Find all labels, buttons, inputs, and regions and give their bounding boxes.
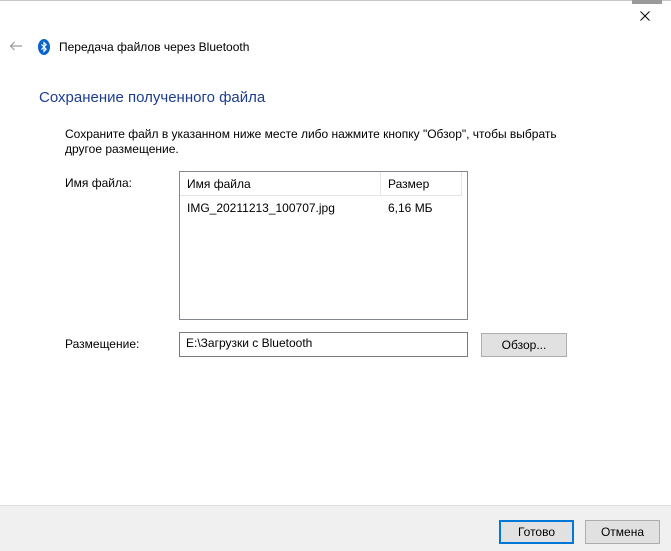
dialog-footer: Готово Отмена [0, 505, 671, 551]
file-list-header: Имя файла Размер [180, 172, 462, 196]
column-header-size[interactable]: Размер [381, 172, 462, 196]
file-size-cell: 6,16 МБ [388, 201, 433, 215]
instruction-text: Сохраните файл в указанном ниже месте ли… [65, 127, 557, 156]
close-icon [640, 11, 650, 21]
file-name-label: Имя файла: [65, 176, 132, 190]
file-name-cell: IMG_20211213_100707.jpg [187, 201, 335, 215]
page-title: Сохранение полученного файла [39, 89, 266, 106]
browse-button[interactable]: Обзор... [481, 333, 567, 357]
close-button[interactable] [622, 2, 668, 30]
window-top-border [0, 0, 671, 1]
file-list[interactable]: Имя файла Размер IMG_20211213_100707.jpg… [179, 171, 468, 320]
window-title: Передача файлов через Bluetooth [59, 40, 250, 54]
location-input[interactable] [179, 332, 468, 357]
cancel-button[interactable]: Отмена [585, 520, 660, 544]
back-button[interactable] [6, 36, 26, 56]
done-button[interactable]: Готово [499, 520, 574, 544]
back-arrow-icon [9, 41, 22, 51]
bluetooth-icon [38, 39, 50, 55]
table-row[interactable]: IMG_20211213_100707.jpg 6,16 МБ [180, 198, 462, 218]
column-header-name[interactable]: Имя файла [180, 172, 381, 196]
location-label: Размещение: [65, 337, 140, 351]
